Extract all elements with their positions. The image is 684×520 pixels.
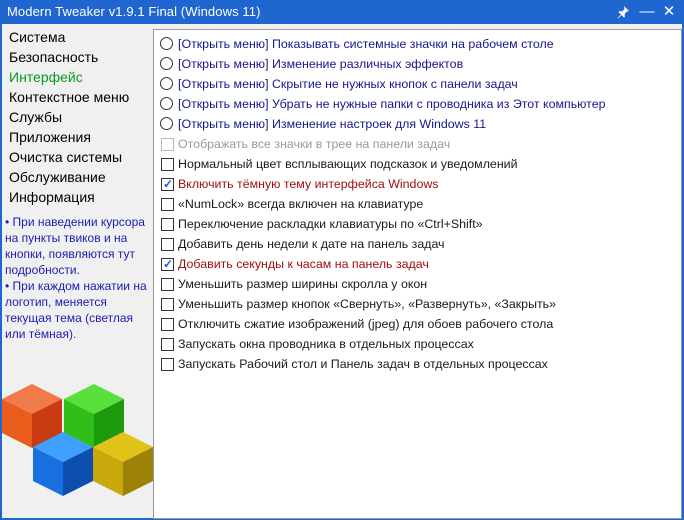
option-label: Запускать Рабочий стол и Панель задач в … <box>178 357 548 371</box>
window-title: Modern Tweaker v1.9.1 Final (Windows 11) <box>7 4 261 19</box>
option-label: Отображать все значки в трее на панели з… <box>178 137 451 151</box>
radio-button[interactable] <box>160 37 173 50</box>
option-label: Добавить секунды к часам на панель задач <box>178 257 429 271</box>
colored-cubes-logo[interactable] <box>2 384 154 518</box>
radio-button[interactable] <box>160 77 173 90</box>
checkbox[interactable] <box>161 298 174 311</box>
client-area: Система Безопасность Интерфейс Контекстное … <box>2 24 682 519</box>
checkbox[interactable]: ✓ <box>161 257 174 271</box>
sidebar-item[interactable]: Система <box>9 29 65 45</box>
radio-button[interactable] <box>160 97 173 110</box>
checkbox[interactable] <box>161 158 174 171</box>
option-label: [Открыть меню] Показывать системные знач… <box>178 37 554 51</box>
option-label: Запускать окна проводника в отдельных пр… <box>178 337 474 351</box>
pin-icon[interactable] <box>612 1 634 23</box>
sidebar-item[interactable]: Обслуживание <box>9 169 106 185</box>
checkmark-icon: ✓ <box>163 177 174 191</box>
sidebar: Система Безопасность Интерфейс Контекстное … <box>2 24 154 518</box>
checkmark-icon: ✓ <box>163 257 174 271</box>
info-hover-text: • При наведении курсора на пункты твиков… <box>5 215 145 277</box>
info-logo-text: • При каждом нажатии на логотип, меняетс… <box>5 279 147 341</box>
option-label: Переключение раскладки клавиатуры по «Ct… <box>178 217 483 231</box>
app-window: Modern Tweaker v1.9.1 Final (Windows 11)… <box>0 0 684 520</box>
title-bar[interactable]: Modern Tweaker v1.9.1 Final (Windows 11)… <box>0 0 684 24</box>
option-label: Уменьшить размер кнопок «Свернуть», «Раз… <box>178 297 557 311</box>
checkbox[interactable]: ✓ <box>161 177 174 191</box>
info-panel: • При наведении курсора на пункты твиков… <box>5 214 150 342</box>
checkbox[interactable] <box>161 358 174 371</box>
option-label: [Открыть меню] Изменение различных эффек… <box>178 57 464 71</box>
checkbox[interactable] <box>161 318 174 331</box>
option-label: Уменьшить размер ширины скролла у окон <box>178 277 428 291</box>
option-label: [Открыть меню] Скрытие не нужных кнопок … <box>178 77 518 91</box>
option-label: Отключить сжатие изображений (jpeg) для … <box>178 317 554 331</box>
sidebar-item[interactable]: Очистка системы <box>9 149 122 165</box>
checkbox[interactable] <box>161 138 174 151</box>
sidebar-item[interactable]: Информация <box>9 189 95 205</box>
option-label: [Открыть меню] Убрать не нужные папки с … <box>178 97 606 111</box>
sidebar-item[interactable]: Безопасность <box>9 49 98 65</box>
checkbox[interactable] <box>161 218 174 231</box>
option-label: [Открыть меню] Изменение настроек для Wi… <box>178 117 487 131</box>
radio-button[interactable] <box>160 57 173 70</box>
options-panel: [Открыть меню] Показывать системные знач… <box>153 29 682 519</box>
option-label: «NumLock» всегда включен на клавиатуре <box>178 197 424 211</box>
checkbox[interactable] <box>161 238 174 251</box>
option-label: Нормальный цвет всплывающих подсказок и … <box>178 157 518 171</box>
checkbox[interactable] <box>161 278 174 291</box>
sidebar-item[interactable]: Контекстное меню <box>9 89 129 105</box>
option-label: Включить тёмную тему интерфейса Windows <box>178 177 439 191</box>
radio-button[interactable] <box>160 117 173 130</box>
checkbox[interactable] <box>161 338 174 351</box>
sidebar-item[interactable]: Интерфейс <box>9 69 83 85</box>
sidebar-item[interactable]: Приложения <box>9 129 91 145</box>
minimize-button[interactable]: — <box>636 1 658 23</box>
close-button[interactable]: ✕ <box>658 1 680 23</box>
option-label: Добавить день недели к дате на панель за… <box>178 237 445 251</box>
checkbox[interactable] <box>161 198 174 211</box>
sidebar-item[interactable]: Службы <box>9 109 62 125</box>
